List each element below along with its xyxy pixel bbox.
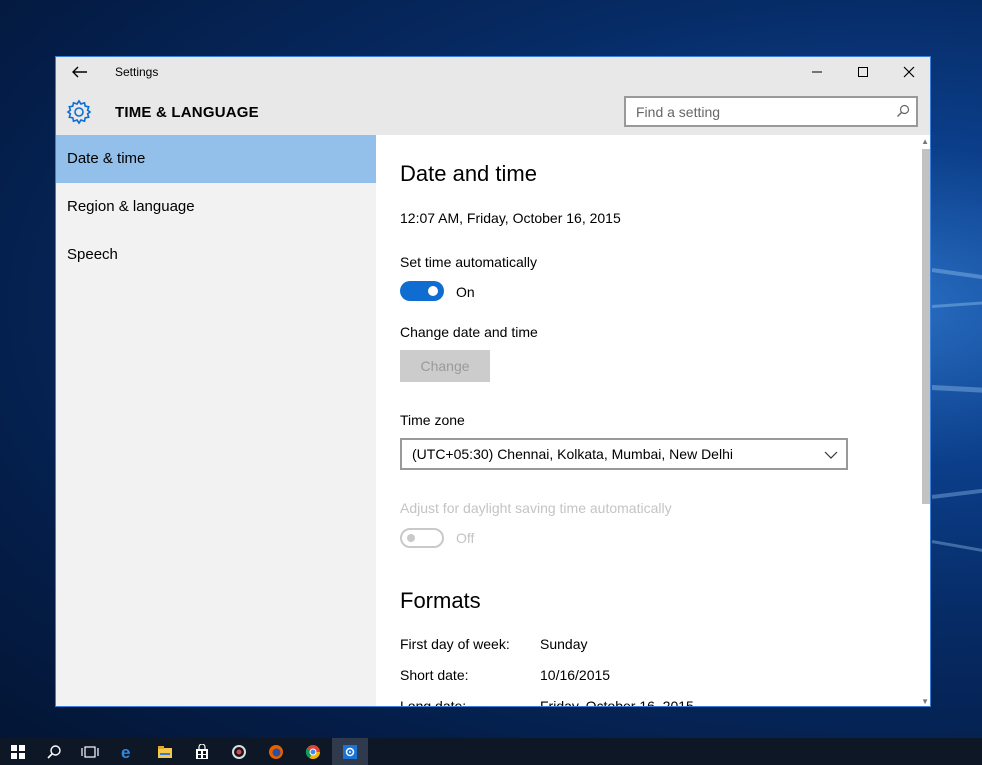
format-label: First day of week: [400,636,510,652]
format-label: Long date: [400,698,467,707]
desktop-light-beam [931,385,982,394]
format-label: Short date: [400,667,469,683]
sidebar-item-date-time[interactable]: Date & time [56,135,376,183]
scrollbar[interactable]: ▲ ▼ [920,135,930,706]
settings-icon [343,744,357,759]
window-title: Settings [115,65,159,79]
maximize-button[interactable] [840,57,886,87]
firefox-button[interactable] [258,738,294,765]
daylight-state: Off [456,530,475,546]
firefox-icon [269,744,283,759]
scroll-up-icon[interactable]: ▲ [921,137,929,146]
scroll-down-icon[interactable]: ▼ [921,697,929,706]
desktop-light-beam [931,540,982,554]
sidebar-item-speech[interactable]: Speech [56,231,376,279]
file-explorer-button[interactable] [147,738,183,765]
start-button[interactable] [0,738,36,765]
toggle-knob [407,534,415,542]
toggle-knob [428,286,438,296]
close-button[interactable] [886,57,930,87]
svg-text:e: e [121,744,130,760]
store-button[interactable] [184,738,220,765]
set-time-auto-state: On [456,284,475,300]
change-date-label: Change date and time [400,324,538,340]
sidebar: Date & time Region & language Speech [56,135,376,706]
format-value: 10/16/2015 [540,667,611,683]
time-zone-label: Time zone [400,412,465,428]
set-time-auto-label: Set time automatically [400,254,537,270]
settings-header: TIME & LANGUAGE [56,87,930,135]
taskbar-search-button[interactable] [36,738,72,765]
task-view-icon [81,745,99,758]
back-arrow-icon[interactable] [68,63,90,81]
time-zone-select[interactable]: (UTC+05:30) Chennai, Kolkata, Mumbai, Ne… [400,438,848,470]
format-value: Sunday [540,636,588,652]
scrollbar-thumb[interactable] [922,149,930,504]
store-icon [196,743,208,759]
minimize-icon [812,71,822,73]
page-heading: Date and time [400,161,537,186]
file-explorer-icon [158,745,172,758]
desktop-light-beam [931,487,982,499]
set-time-auto-toggle[interactable] [400,281,444,301]
gear-icon [66,99,92,125]
taskbar: e [0,738,982,765]
app-button[interactable] [221,738,257,765]
change-button[interactable]: Change [400,350,490,382]
start-icon [11,744,25,759]
daylight-toggle[interactable] [400,528,444,548]
maximize-icon [858,67,868,77]
edge-button[interactable]: e [110,738,146,765]
search-box[interactable] [624,96,918,127]
daylight-label: Adjust for daylight saving time automati… [400,500,672,516]
search-input[interactable] [626,98,886,125]
chrome-button[interactable] [295,738,331,765]
edge-icon: e [121,744,130,760]
sidebar-item-region-language[interactable]: Region & language [56,183,376,231]
time-zone-value: (UTC+05:30) Chennai, Kolkata, Mumbai, Ne… [412,446,733,462]
chevron-down-icon [824,451,838,459]
task-view-button[interactable] [72,738,108,765]
title-bar: Settings [56,57,930,87]
settings-window: Settings TIME & LANGUAGE Date & time [55,56,931,707]
minimize-button[interactable] [794,57,840,87]
chrome-icon [305,744,320,759]
settings-taskbar-button[interactable] [332,738,368,765]
close-icon [903,66,915,78]
search-icon[interactable] [896,104,910,118]
app-icon [232,744,246,759]
current-datetime: 12:07 AM, Friday, October 16, 2015 [400,210,621,226]
desktop-light-beam [931,268,982,281]
formats-heading: Formats [400,588,481,613]
main-content: Date and time 12:07 AM, Friday, October … [376,135,930,707]
section-title: TIME & LANGUAGE [115,104,259,121]
format-value: Friday, October 16, 2015 [540,698,694,707]
desktop-light-beam [931,300,982,308]
search-icon [47,744,61,759]
